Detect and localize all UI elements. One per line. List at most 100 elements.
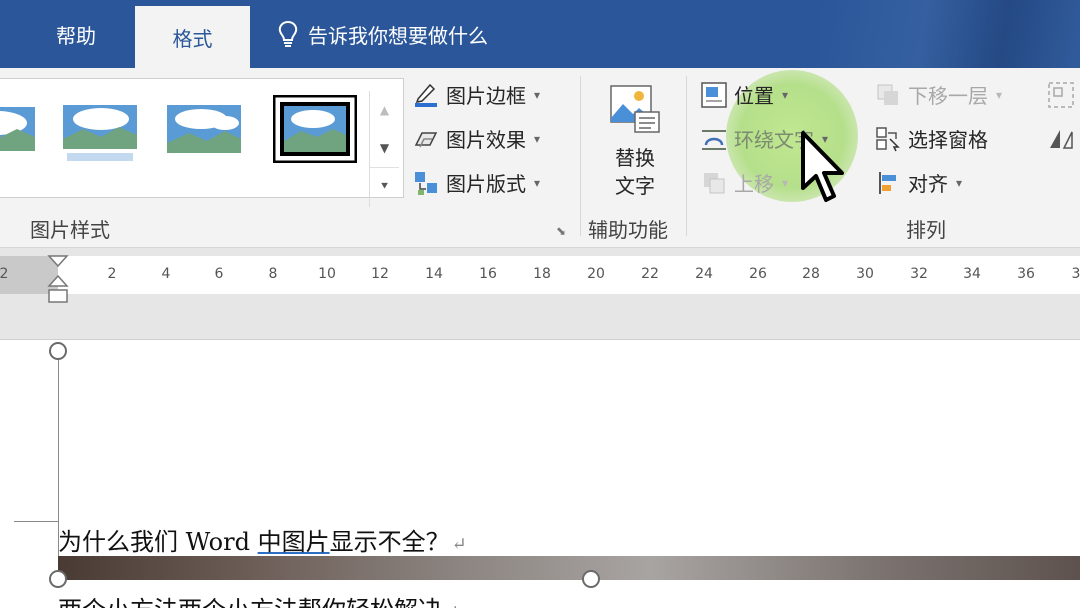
document-line-1[interactable]: 为什么我们 Word 中图片显示不全？ ↵ [58, 522, 467, 557]
arrange-group-label: 排列 [906, 218, 946, 242]
ruler-tick: 36 [1017, 266, 1035, 282]
indent-marker-icon[interactable] [47, 254, 69, 306]
margin-line [14, 521, 58, 522]
doc-text-1b: 显示不全？ [329, 528, 450, 556]
paragraph-mark: ↵ [444, 602, 459, 608]
group-divider [580, 76, 581, 236]
alt-text-label-line1: 替换 [615, 146, 655, 170]
ruler-tick: 3 [1071, 266, 1080, 282]
tab-format[interactable]: 格式 [135, 6, 250, 68]
ruler-area: 2 2 4 6 8 10 12 14 16 18 20 22 24 26 28 … [0, 248, 1080, 340]
ruler-left-number: 2 [0, 266, 9, 282]
send-backward-label: 下移一层 [908, 84, 988, 108]
ruler-tick: 18 [533, 266, 551, 282]
selection-pane-icon [876, 126, 900, 151]
title-bar-background-art [820, 0, 1080, 68]
ruler-tick: 12 [371, 266, 389, 282]
ruler-tick: 32 [910, 266, 928, 282]
document-line-2[interactable]: 两个小方法两个小方法帮你轻松解决↵ [58, 590, 459, 608]
dialog-launcher-icon[interactable]: ⬊ [556, 224, 566, 238]
picture-style-thumb-1[interactable] [0, 101, 35, 163]
chevron-down-icon: ▾ [782, 175, 789, 190]
doc-text-1-underlined: 中图片 [257, 528, 330, 556]
rotate-icon[interactable] [1046, 124, 1076, 154]
ruler-tick: 26 [749, 266, 767, 282]
chevron-down-icon: ▾ [534, 131, 541, 146]
paragraph-mark: ↵ [451, 534, 467, 555]
selected-image[interactable] [58, 556, 1080, 580]
ruler-tick: 10 [318, 266, 336, 282]
ribbon-tab-bar: 帮助 格式 告诉我你想要做什么 [0, 0, 1080, 68]
chevron-down-icon: ▾ [956, 175, 963, 190]
alt-text-button[interactable]: 替换 文字 [600, 82, 670, 200]
ruler-tick: 30 [856, 266, 874, 282]
ruler-tick: 8 [268, 266, 278, 282]
ruler-tick: 22 [641, 266, 659, 282]
alt-text-icon [610, 85, 660, 133]
gallery-scroll-up-button[interactable]: ▲ [370, 91, 399, 129]
resize-handle-middle[interactable] [582, 570, 600, 588]
tab-partial-left[interactable] [0, 0, 8, 68]
tab-format-label: 格式 [172, 26, 213, 51]
tell-me-label: 告诉我你想要做什么 [308, 23, 488, 48]
chevron-down-icon: ▾ [996, 87, 1003, 102]
picture-effects-label: 图片效果 [446, 128, 526, 152]
picture-style-thumb-3[interactable] [165, 101, 243, 163]
ruler-tick: 34 [963, 266, 981, 282]
ruler-tick: 6 [214, 266, 224, 282]
picture-effects-icon [414, 131, 438, 147]
picture-styles-group-label: 图片样式 [30, 218, 110, 242]
picture-layout-icon [415, 171, 437, 195]
align-label: 对齐 [908, 172, 948, 196]
pen-border-icon [415, 83, 437, 107]
gallery-scrollbar: ▲ ▼ ⯆ [369, 91, 399, 207]
picture-layout-button[interactable]: 图片版式 ▾ [412, 168, 540, 197]
resize-handle-left[interactable] [49, 570, 67, 588]
tell-me-search[interactable]: 告诉我你想要做什么 [276, 0, 488, 68]
doc-text-2: 两个小方法两个小方法帮你轻松解决 [58, 596, 442, 608]
align-icon [879, 171, 896, 194]
gallery-more-button[interactable]: ⯆ [370, 167, 399, 205]
group-divider [686, 76, 687, 236]
horizontal-ruler[interactable]: 2 2 4 6 8 10 12 14 16 18 20 22 24 26 28 … [0, 256, 1080, 294]
alt-text-label-line2: 文字 [615, 174, 655, 198]
ruler-tick: 4 [161, 266, 171, 282]
accessibility-group-label: 辅助功能 [588, 218, 668, 242]
chevron-down-icon: ▾ [534, 175, 541, 190]
bring-forward-button[interactable]: 上移 ▾ [700, 168, 788, 197]
bring-forward-label: 上移 [734, 172, 774, 196]
selection-pane-label: 选择窗格 [908, 128, 988, 152]
ruler-tick: 20 [587, 266, 605, 282]
chevron-down-icon: ▾ [782, 87, 789, 102]
mouse-cursor-icon [801, 131, 844, 202]
position-icon [701, 81, 727, 108]
picture-effects-button[interactable]: 图片效果 ▾ [412, 124, 540, 153]
selection-pane-button[interactable]: 选择窗格 [874, 124, 988, 153]
picture-style-thumb-4-selected[interactable] [273, 95, 357, 163]
tab-help-label: 帮助 [56, 23, 96, 48]
gallery-scroll-down-button[interactable]: ▼ [370, 129, 399, 167]
ruler-tick: 14 [425, 266, 443, 282]
wrap-text-icon [702, 129, 726, 150]
position-label: 位置 [734, 84, 774, 108]
picture-styles-gallery: ▲ ▼ ⯆ [0, 78, 404, 207]
ruler-tick: 28 [802, 266, 820, 282]
ruler-tick: 16 [479, 266, 497, 282]
align-button[interactable]: 对齐 ▾ [874, 168, 962, 197]
picture-style-thumb-2[interactable] [61, 101, 139, 163]
send-backward-button[interactable]: 下移一层 ▾ [874, 80, 1002, 109]
ruler-tick: 24 [695, 266, 713, 282]
send-backward-icon [877, 84, 898, 105]
tab-help[interactable]: 帮助 [56, 0, 96, 68]
bring-forward-icon [704, 172, 725, 193]
group-objects-icon[interactable] [1046, 80, 1076, 110]
lightbulb-icon [278, 20, 298, 47]
picture-border-button[interactable]: 图片边框 ▾ [412, 80, 540, 109]
chevron-down-icon: ▾ [534, 87, 541, 102]
doc-text-1a: 为什么我们 Word [58, 528, 258, 556]
ruler-tick: 2 [107, 266, 117, 282]
ribbon: ▲ ▼ ⯆ 图片边框 ▾ 图片效果 ▾ 图片版式 ▾ 图片样式 ⬊ 替换 文字 … [0, 68, 1080, 248]
rotation-handle[interactable] [49, 342, 67, 360]
picture-border-label: 图片边框 [446, 84, 526, 108]
position-button[interactable]: 位置 ▾ [700, 80, 788, 109]
